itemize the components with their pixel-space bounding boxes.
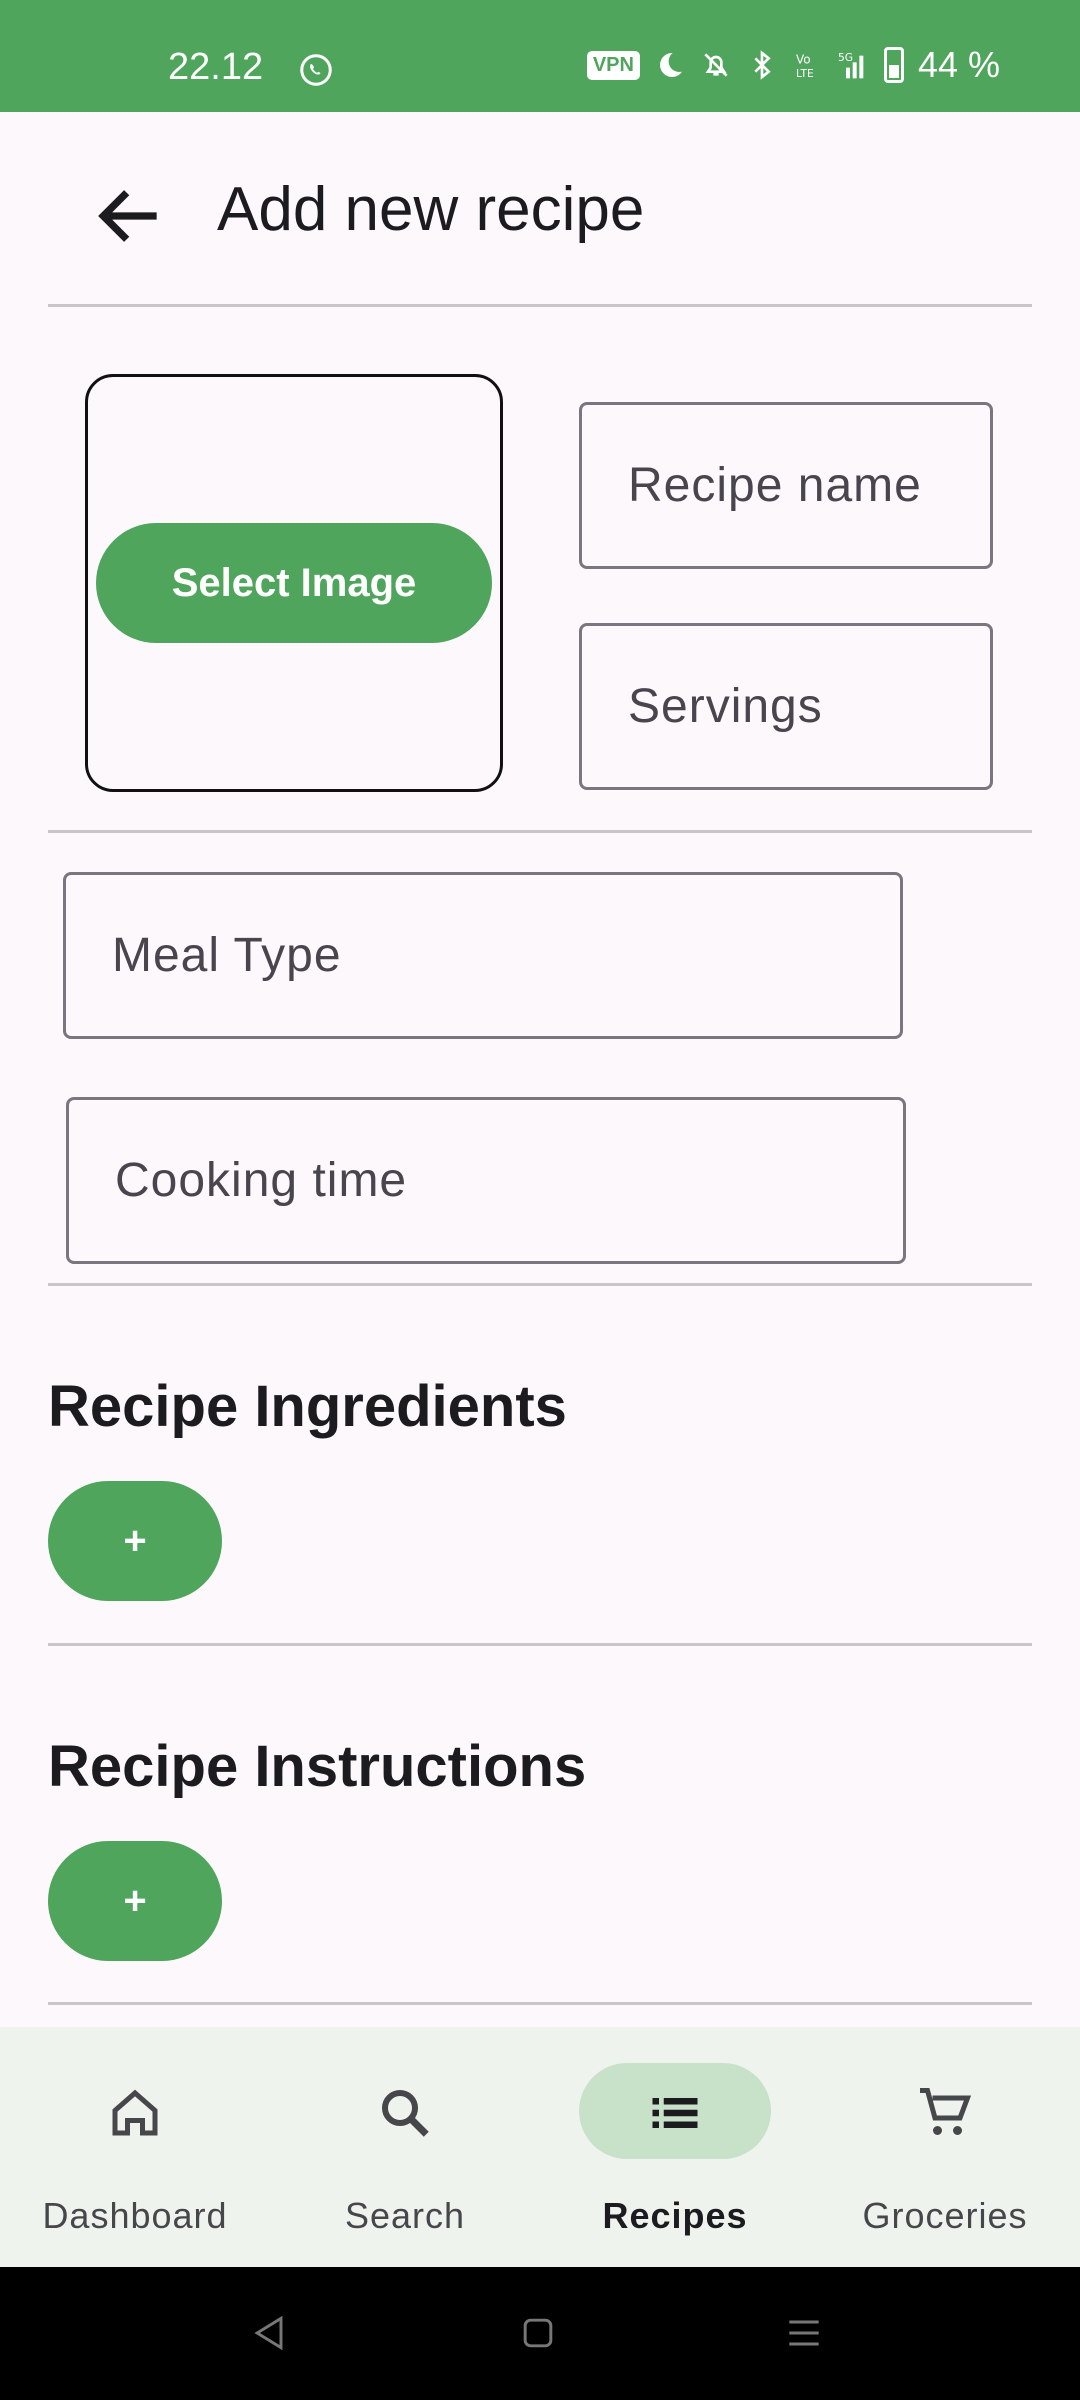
svg-text:5G: 5G <box>838 51 853 64</box>
back-arrow-icon[interactable] <box>90 176 170 256</box>
divider <box>48 830 1032 833</box>
bottom-navigation: Dashboard Search Recipes Groceries <box>0 2027 1080 2267</box>
nav-label-recipes: Recipes <box>602 2195 748 2236</box>
divider <box>48 304 1032 307</box>
cart-icon <box>920 2088 972 2135</box>
svg-text:LTE: LTE <box>796 67 814 80</box>
system-navigation-bar <box>0 2267 1080 2400</box>
list-icon <box>652 2098 698 2128</box>
nav-label-groceries: Groceries <box>862 2195 1028 2236</box>
ingredients-heading: Recipe Ingredients <box>48 1374 567 1439</box>
signal-5g-icon: 5G <box>838 51 864 79</box>
vpn-badge: VPN <box>586 50 640 80</box>
recipe-name-field[interactable]: Recipe name <box>579 402 993 569</box>
divider <box>48 1283 1032 1286</box>
system-home-icon[interactable] <box>516 2311 560 2355</box>
instructions-heading: Recipe Instructions <box>48 1734 587 1799</box>
status-time: 22.12 <box>168 46 264 88</box>
system-recents-icon[interactable] <box>782 2311 826 2355</box>
search-icon <box>382 2090 429 2137</box>
add-ingredient-button[interactable]: + <box>48 1481 222 1601</box>
nav-item-recipes[interactable]: Recipes <box>540 2027 810 2267</box>
battery-icon <box>883 47 904 83</box>
volte-icon: VoLTE <box>796 53 814 80</box>
nav-label-search: Search <box>344 2195 466 2236</box>
add-instruction-button[interactable]: + <box>48 1841 222 1961</box>
meal-type-field[interactable]: Meal Type <box>63 872 903 1039</box>
servings-field[interactable]: Servings <box>579 623 993 790</box>
battery-percent: 44 % <box>917 44 1000 85</box>
do-not-disturb-moon-icon <box>659 52 682 77</box>
home-icon <box>112 2089 158 2136</box>
divider <box>48 2002 1032 2005</box>
system-back-icon[interactable] <box>248 2311 292 2355</box>
divider <box>48 1643 1032 1646</box>
nav-item-search[interactable]: Search <box>270 2027 540 2267</box>
select-image-button[interactable]: Select Image <box>96 523 492 643</box>
top-app-bar: Add new recipe <box>0 112 1080 307</box>
page-title: Add new recipe <box>217 175 645 244</box>
svg-text:Vo: Vo <box>796 53 811 67</box>
nav-item-dashboard[interactable]: Dashboard <box>0 2027 270 2267</box>
nav-item-groceries[interactable]: Groceries <box>810 2027 1080 2267</box>
whatsapp-icon <box>300 54 332 86</box>
bluetooth-icon <box>754 50 771 80</box>
muted-bell-icon <box>704 53 728 77</box>
nav-label-dashboard: Dashboard <box>42 2195 228 2236</box>
cooking-time-field[interactable]: Cooking time <box>66 1097 906 1264</box>
status-bar: 22.12 VPN Vo LTE 5G 44 % <box>0 0 1080 112</box>
